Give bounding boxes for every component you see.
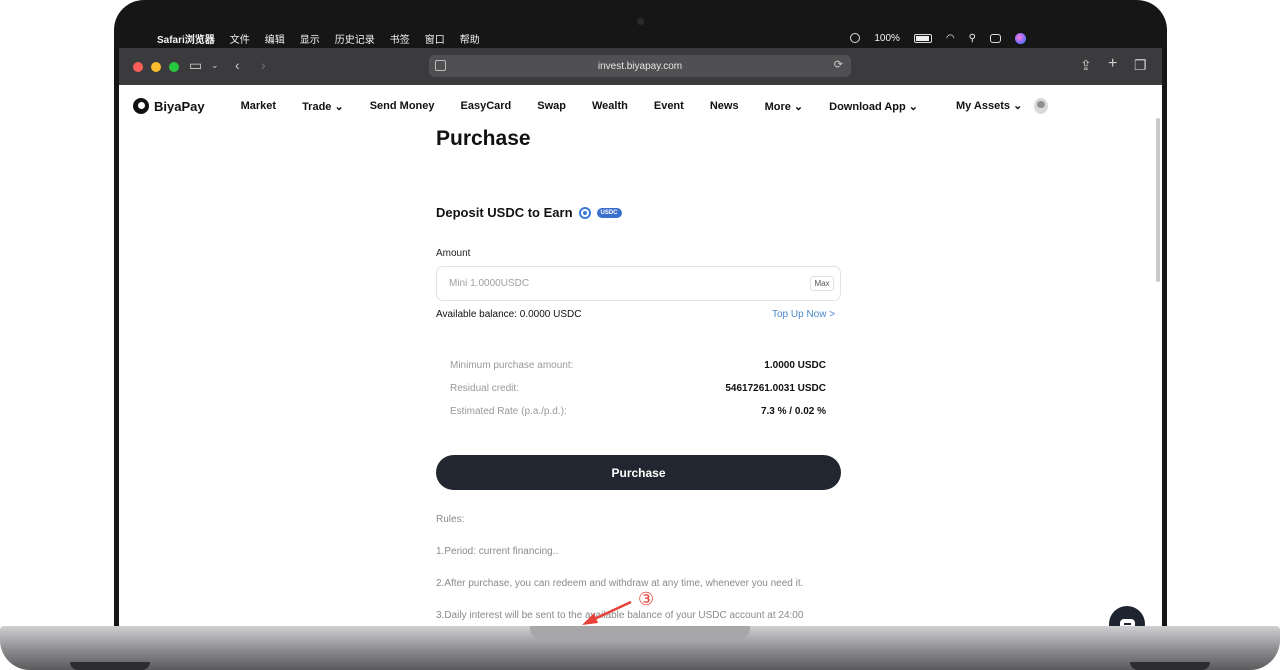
- laptop-foot: [1130, 662, 1210, 670]
- amount-input[interactable]: [436, 266, 841, 301]
- control-center-icon[interactable]: [990, 33, 1001, 43]
- info-key: Minimum purchase amount:: [450, 360, 574, 371]
- site-navbar: BiyaPay Market Trade ⌄ Send Money EasyCa…: [119, 85, 1162, 127]
- nav-download-app[interactable]: Download App ⌄: [829, 100, 918, 113]
- menu-view[interactable]: 显示: [300, 31, 320, 46]
- chevron-down-icon: ⌄: [1013, 100, 1023, 112]
- page-scrollbar[interactable]: [1156, 118, 1160, 282]
- nav-event[interactable]: Event: [654, 100, 684, 113]
- nav-more-label: More: [764, 100, 791, 113]
- address-url: invest.biyapay.com: [597, 60, 683, 72]
- chevron-down-icon: ⌄: [793, 100, 804, 113]
- wifi-icon[interactable]: ◠: [946, 33, 955, 44]
- battery-percent: 100%: [874, 32, 900, 44]
- logo-text: BiyaPay: [154, 98, 205, 114]
- close-window-button[interactable]: [133, 61, 143, 72]
- info-key: Residual credit:: [450, 383, 519, 394]
- avatar[interactable]: [1034, 98, 1048, 114]
- amount-label: Amount: [436, 248, 471, 259]
- my-assets-label: My Assets: [956, 100, 1011, 112]
- arrow-line: [589, 600, 632, 623]
- nav-send-money[interactable]: Send Money: [370, 100, 435, 113]
- menubar-status: 100% ◠ ⚲: [850, 32, 1026, 44]
- section-title: Deposit USDC to Earn USDC: [436, 205, 622, 220]
- my-assets-menu[interactable]: My Assets ⌄: [956, 99, 1022, 112]
- address-bar[interactable]: invest.biyapay.com ⟳: [429, 55, 851, 77]
- chevron-down-icon[interactable]: ⌄: [211, 60, 219, 71]
- battery-icon[interactable]: [913, 33, 932, 43]
- menu-help[interactable]: 帮助: [460, 31, 480, 46]
- window-controls: [133, 61, 179, 72]
- laptop-foot: [70, 662, 150, 670]
- menu-edit[interactable]: 编辑: [265, 31, 285, 46]
- page-title: Purchase: [436, 127, 531, 150]
- nav-items: Market Trade ⌄ Send Money EasyCard Swap …: [241, 100, 944, 113]
- laptop-notch: [530, 626, 750, 640]
- info-value: 7.3 % / 0.02 %: [760, 406, 826, 417]
- logo-icon: [133, 98, 149, 114]
- max-button[interactable]: Max: [810, 276, 834, 291]
- menubar-menus: Safari浏览器 文件 编辑 显示 历史记录 书签 窗口 帮助: [157, 31, 480, 46]
- purchase-button[interactable]: Purchase: [436, 455, 841, 490]
- biyapay-logo[interactable]: BiyaPay: [133, 98, 205, 114]
- nav-trade-label: Trade: [302, 100, 332, 113]
- annotation-arrow: ③: [582, 589, 654, 625]
- nav-trade[interactable]: Trade ⌄: [302, 100, 344, 113]
- mac-menubar: Safari浏览器 文件 编辑 显示 历史记录 书签 窗口 帮助 100% ◠ …: [119, 28, 1162, 48]
- chevron-down-icon: ⌄: [908, 100, 919, 113]
- sidebar-icon[interactable]: ▭: [189, 57, 202, 74]
- chevron-down-icon: ⌄: [334, 100, 344, 113]
- page-menu-icon[interactable]: [435, 60, 446, 71]
- website-viewport: BiyaPay Market Trade ⌄ Send Money EasyCa…: [119, 85, 1162, 628]
- camera-icon: [637, 18, 644, 25]
- laptop-screen: Safari浏览器 文件 编辑 显示 历史记录 书签 窗口 帮助 100% ◠ …: [119, 28, 1162, 628]
- section-title-text: Deposit USDC to Earn: [436, 205, 573, 220]
- available-balance: Available balance: 0.0000 USDC: [436, 309, 582, 320]
- share-icon[interactable]: ⇪: [1080, 57, 1092, 74]
- info-value: 54617261.0031 USDC: [725, 383, 826, 394]
- menu-history[interactable]: 历史记录: [335, 31, 375, 46]
- nav-more[interactable]: More ⌄: [765, 100, 804, 113]
- chat-support-button[interactable]: [1109, 606, 1145, 628]
- nav-swap[interactable]: Swap: [537, 100, 566, 113]
- info-key: Estimated Rate (p.a./p.d.):: [450, 406, 567, 417]
- nav-market[interactable]: Market: [241, 100, 276, 113]
- translate-reload-icon[interactable]: ⟳: [834, 58, 843, 71]
- tabs-overview-icon[interactable]: ❐: [1134, 57, 1147, 74]
- maximize-window-button[interactable]: [169, 61, 179, 72]
- rules-heading: Rules:: [436, 514, 465, 525]
- arrow-head: [582, 613, 598, 625]
- search-icon[interactable]: ⚲: [969, 33, 976, 44]
- menu-bookmarks[interactable]: 书签: [390, 31, 410, 46]
- nav-news[interactable]: News: [710, 100, 739, 113]
- menu-safari[interactable]: Safari浏览器: [157, 31, 215, 46]
- usdc-badge: USDC: [596, 207, 622, 218]
- top-up-link[interactable]: Top Up Now >: [772, 309, 835, 320]
- minimize-window-button[interactable]: [151, 61, 161, 72]
- menu-file[interactable]: 文件: [230, 31, 250, 46]
- screenshot-stage: Safari浏览器 文件 编辑 显示 历史记录 书签 窗口 帮助 100% ◠ …: [0, 0, 1280, 670]
- safari-toolbar: ▭ ⌄ ‹ › invest.biyapay.com ⟳ ⇪ + ❐: [119, 48, 1162, 85]
- nav-wealth[interactable]: Wealth: [592, 100, 628, 113]
- usdc-coin-icon: [578, 206, 591, 219]
- nav-download-label: Download App: [829, 100, 906, 113]
- forward-icon[interactable]: ›: [261, 57, 266, 73]
- user-account-icon[interactable]: [850, 33, 861, 43]
- annotation-marker: ③: [638, 589, 654, 610]
- info-value: 1.0000 USDC: [764, 360, 826, 371]
- siri-icon[interactable]: [1015, 32, 1026, 44]
- rule-item: 1.Period: current financing..: [436, 546, 559, 557]
- nav-easycard[interactable]: EasyCard: [461, 100, 512, 113]
- new-tab-icon[interactable]: +: [1108, 55, 1117, 73]
- menu-window[interactable]: 窗口: [425, 31, 445, 46]
- back-icon[interactable]: ‹: [235, 57, 240, 73]
